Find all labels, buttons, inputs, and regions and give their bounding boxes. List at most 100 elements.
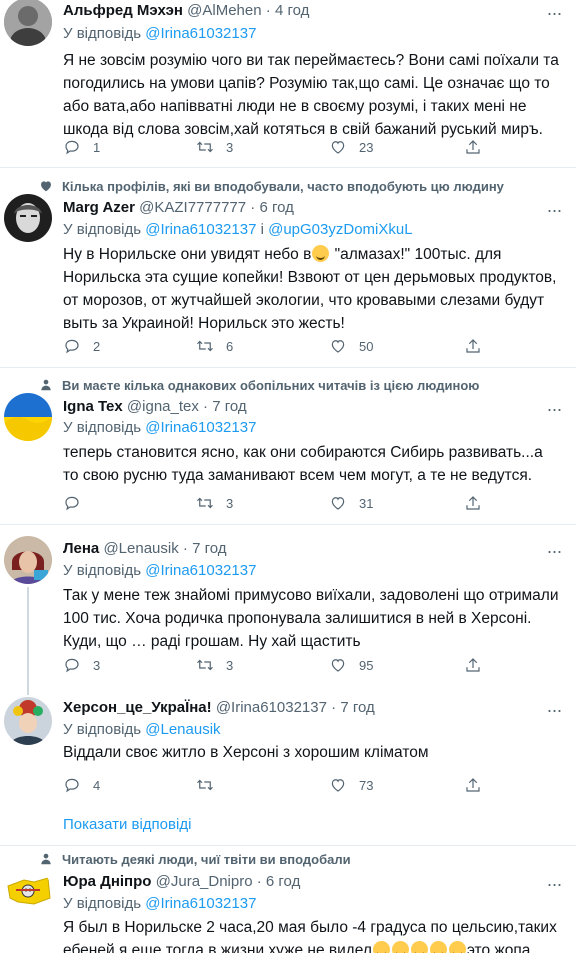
retweet-icon: [197, 497, 213, 509]
handle[interactable]: @Jura_Dnipro: [156, 873, 253, 890]
handle[interactable]: @Irina61032137: [216, 699, 327, 716]
avatar[interactable]: [4, 194, 52, 242]
share-button[interactable]: [464, 493, 482, 513]
tweet-actions: 2 6 50: [63, 336, 536, 356]
like-button[interactable]: 95: [329, 655, 464, 675]
heart-icon: [331, 779, 345, 792]
like-count: 23: [359, 139, 374, 155]
reply-mention[interactable]: @Lenausik: [145, 721, 220, 738]
avatar[interactable]: [4, 536, 52, 584]
avatar[interactable]: [4, 393, 52, 441]
timestamp[interactable]: 6 год: [259, 199, 293, 216]
reply-prefix: У відповідь: [63, 419, 146, 436]
share-button[interactable]: [464, 336, 482, 356]
reply-count: 2: [93, 338, 101, 354]
laughing-emoji-icon: [312, 245, 330, 262]
tweet-text-part: Ну в Норильске они увидят небо в: [63, 246, 312, 263]
like-button[interactable]: 31: [329, 493, 464, 513]
more-options-icon[interactable]: ···: [544, 200, 564, 220]
display-name[interactable]: Marg Azer: [63, 199, 135, 216]
reply-mention[interactable]: @Irina61032137: [145, 221, 256, 238]
display-name[interactable]: Юра Дніпро: [63, 873, 151, 890]
share-button[interactable]: [464, 137, 482, 157]
tweet[interactable]: Кілька профілів, які ви вподобували, час…: [0, 168, 576, 368]
timestamp[interactable]: 6 год: [266, 873, 300, 890]
reply-mention[interactable]: @Irina61032137: [145, 895, 256, 912]
show-replies-link[interactable]: Показати відповіді: [63, 816, 191, 833]
social-context: Ви маєте кілька однакових обопільних чит…: [38, 377, 479, 393]
more-options-icon[interactable]: ···: [544, 399, 564, 419]
handle[interactable]: @igna_tex: [127, 398, 199, 415]
tweet[interactable]: Альфред Мэхэн @AlMehen · 4 год ··· У від…: [0, 0, 576, 168]
timestamp[interactable]: 7 год: [212, 398, 246, 415]
reply-icon: [65, 658, 79, 673]
reply-prefix: У відповідь: [63, 25, 146, 42]
timestamp[interactable]: 7 год: [340, 699, 374, 716]
reply-mention[interactable]: @upG03yzDomiXkuL: [268, 221, 412, 238]
tweet[interactable]: Херсон_це_УкраЇна! @Irina61032137 · 7 го…: [0, 685, 576, 845]
more-options-icon[interactable]: ···: [544, 541, 564, 561]
thread-line: [27, 685, 29, 695]
display-name[interactable]: Херсон_це_УкраЇна!: [63, 699, 212, 716]
handle[interactable]: @AlMehen: [187, 2, 261, 19]
reply-mention[interactable]: @Irina61032137: [145, 419, 256, 436]
reply-context: У відповідь @Irina61032137: [63, 419, 256, 436]
more-options-icon[interactable]: ···: [544, 3, 564, 23]
retweet-button[interactable]: 3: [196, 493, 329, 513]
tweet-header: Юра Дніпро @Jura_Dnipro · 6 год: [63, 873, 548, 890]
separator: ·: [326, 699, 341, 716]
reply-button[interactable]: 4: [63, 775, 196, 795]
reply-mention[interactable]: @Irina61032137: [145, 25, 256, 42]
social-context: Кілька профілів, які ви вподобували, час…: [38, 178, 504, 194]
reply-button[interactable]: 3: [63, 655, 196, 675]
tweet-text-part: это жопа: [466, 942, 531, 953]
reply-mention[interactable]: @Irina61032137: [145, 562, 256, 579]
tweet[interactable]: Ви маєте кілька однакових обопільних чит…: [0, 368, 576, 525]
retweet-button[interactable]: 3: [196, 137, 329, 157]
share-button[interactable]: [464, 655, 482, 675]
reply-button[interactable]: 1: [63, 137, 196, 157]
retweet-button[interactable]: 3: [196, 655, 329, 675]
retweet-count: 3: [226, 657, 234, 673]
like-button[interactable]: 73: [329, 775, 464, 795]
person-icon: [38, 851, 54, 867]
display-name[interactable]: Лена: [63, 540, 99, 557]
timestamp[interactable]: 7 год: [192, 540, 226, 557]
like-count: 73: [359, 777, 374, 793]
display-name[interactable]: Альфред Мэхэн: [63, 2, 183, 19]
timestamp[interactable]: 4 год: [275, 2, 309, 19]
handle[interactable]: @KAZI7777777: [139, 199, 246, 216]
avatar[interactable]: [4, 868, 52, 916]
like-button[interactable]: 50: [329, 336, 464, 356]
avatar[interactable]: [4, 697, 52, 745]
reply-context: У відповідь @Irina61032137: [63, 895, 256, 912]
tweet[interactable]: Читають деякі люди, чиї твіти ви вподоба…: [0, 846, 576, 953]
like-count: 31: [359, 495, 374, 511]
share-icon: [466, 339, 480, 353]
retweet-count: 3: [226, 495, 234, 511]
social-context-text: Читають деякі люди, чиї твіти ви вподоба…: [62, 851, 351, 867]
tweet-actions: 3 3 95: [63, 655, 536, 675]
person-icon: [38, 377, 54, 393]
tweet[interactable]: Лена @Lenausik · 7 год ··· У відповідь @…: [0, 525, 576, 685]
reply-button[interactable]: 2: [63, 336, 196, 356]
like-button[interactable]: 23: [329, 137, 464, 157]
face-emoji-icon: [372, 941, 390, 953]
handle[interactable]: @Lenausik: [103, 540, 178, 557]
reply-prefix: У відповідь: [63, 721, 146, 738]
reply-count: 3: [93, 657, 101, 673]
display-name[interactable]: Igna Tex: [63, 398, 123, 415]
like-count: 50: [359, 338, 374, 354]
reply-context: У відповідь @Irina61032137: [63, 562, 256, 579]
share-button[interactable]: [464, 775, 482, 795]
share-icon: [466, 140, 480, 154]
separator: ·: [246, 199, 260, 216]
retweet-button[interactable]: [196, 775, 329, 795]
avatar[interactable]: [4, 0, 52, 46]
reply-and: і: [256, 221, 269, 238]
more-options-icon[interactable]: ···: [544, 874, 564, 894]
more-options-icon[interactable]: ···: [544, 700, 564, 720]
tweet-text: Ну в Норильске они увидят небо в "алмаза…: [63, 243, 562, 335]
reply-button[interactable]: [63, 493, 196, 513]
retweet-button[interactable]: 6: [196, 336, 329, 356]
